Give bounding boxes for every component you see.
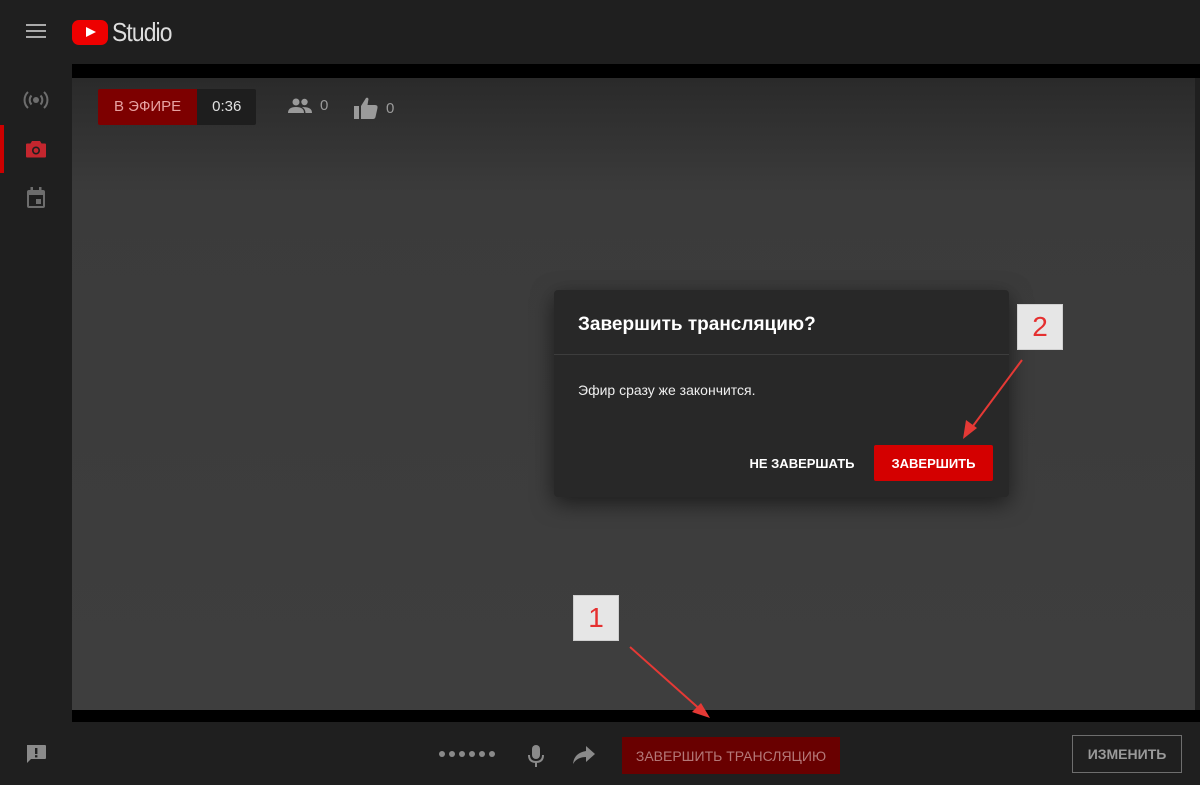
dialog-divider <box>554 354 1009 355</box>
sidebar-item-live[interactable] <box>0 76 72 124</box>
youtube-logo-icon <box>72 19 108 45</box>
camera-icon <box>26 141 46 158</box>
microphone-icon[interactable] <box>527 744 545 768</box>
likes-stat: 0 <box>354 97 394 119</box>
logo-text: Studio <box>112 16 172 47</box>
stream-controls-bar: ЗАВЕРШИТЬ ТРАНСЛЯЦИЮ ИЗМЕНИТЬ <box>72 722 1200 785</box>
calendar-icon <box>27 187 45 208</box>
live-label: В ЭФИРЕ <box>98 89 198 125</box>
dialog-confirm-button[interactable]: ЗАВЕРШИТЬ <box>874 445 993 481</box>
end-stream-button[interactable]: ЗАВЕРШИТЬ ТРАНСЛЯЦИЮ <box>622 737 840 774</box>
edit-button[interactable]: ИЗМЕНИТЬ <box>1072 735 1182 773</box>
sidebar <box>0 64 72 785</box>
elapsed-time: 0:36 <box>197 89 257 125</box>
share-icon[interactable] <box>572 744 596 766</box>
likes-count: 0 <box>386 99 395 117</box>
dialog-title: Завершить трансляцию? <box>578 314 816 335</box>
end-stream-dialog: Завершить трансляцию? Эфир сразу же зако… <box>554 290 1009 497</box>
viewers-icon <box>288 98 312 113</box>
broadcast-icon <box>23 91 49 109</box>
annotation-marker-1: 1 <box>573 595 619 641</box>
thumbs-up-icon <box>354 97 378 119</box>
video-letterbox-bottom <box>72 710 1200 722</box>
feedback-icon <box>27 745 46 763</box>
audio-level-icon <box>439 751 499 757</box>
dialog-message: Эфир сразу же закончится. <box>578 382 756 398</box>
viewers-count: 0 <box>320 97 329 114</box>
annotation-marker-2: 2 <box>1017 304 1063 350</box>
sidebar-item-managed[interactable] <box>0 174 72 222</box>
top-header: Studio <box>0 0 1200 64</box>
feedback-button[interactable] <box>0 730 72 778</box>
live-status-badge: В ЭФИРЕ 0:36 <box>98 89 257 125</box>
sidebar-item-webcam[interactable] <box>0 125 72 173</box>
dialog-cancel-button[interactable]: НЕ ЗАВЕРШАТЬ <box>740 445 864 481</box>
menu-icon[interactable] <box>26 24 46 40</box>
video-letterbox-top <box>72 64 1200 78</box>
studio-logo[interactable]: Studio <box>72 16 180 47</box>
viewers-stat: 0 <box>288 97 328 114</box>
